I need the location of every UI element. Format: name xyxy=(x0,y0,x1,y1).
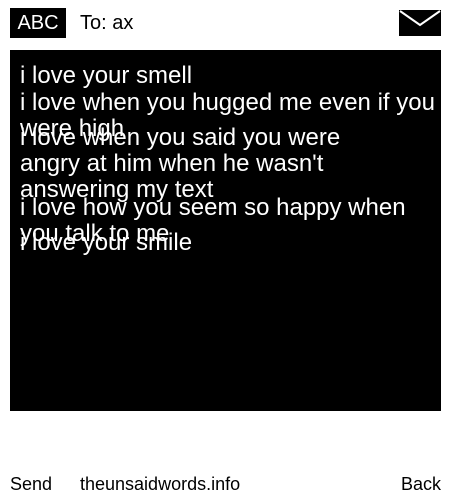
softkey-bar: Send theunsaidwords.info Back xyxy=(0,470,450,498)
message-line: i love your smile xyxy=(20,229,193,256)
input-mode-badge[interactable]: ABC xyxy=(10,8,66,38)
message-line: i love your smell xyxy=(20,62,193,89)
top-bar: ABC To: ax xyxy=(0,0,450,46)
message-line: i love when you said you were angry at h… xyxy=(20,124,347,203)
message-screen[interactable]: i love your smell i love when you hugged… xyxy=(10,50,441,411)
site-link[interactable]: theunsaidwords.info xyxy=(80,470,240,498)
send-button[interactable]: Send xyxy=(10,470,52,498)
back-button[interactable]: Back xyxy=(401,470,441,498)
recipient-field[interactable]: To: ax xyxy=(80,8,133,38)
envelope-icon[interactable] xyxy=(399,10,441,36)
